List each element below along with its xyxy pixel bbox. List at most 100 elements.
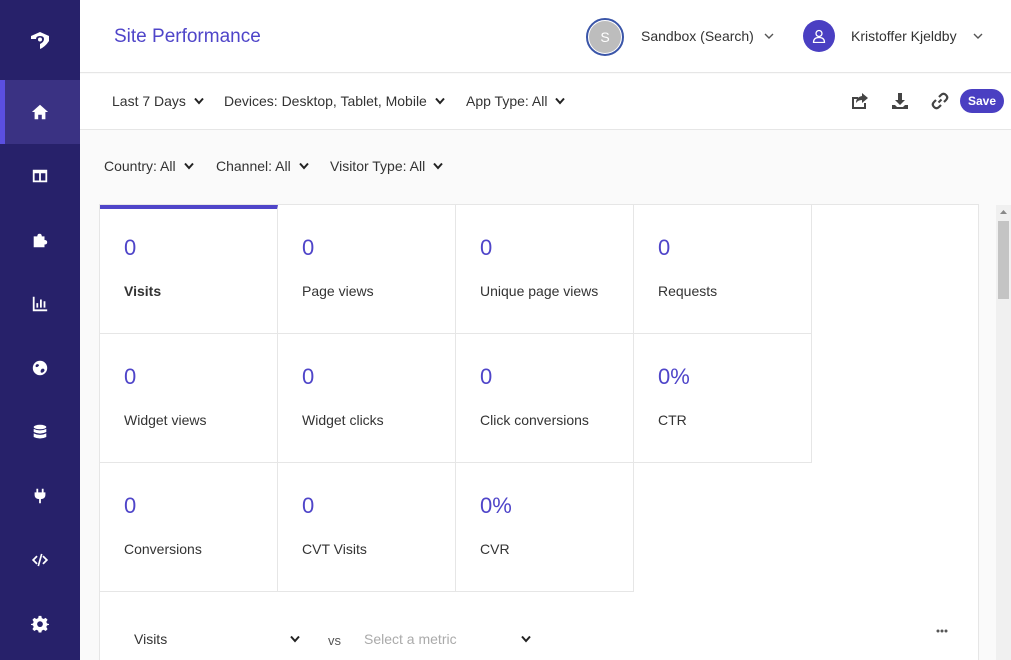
metric-value: 0	[124, 235, 137, 260]
metric-value: 0	[480, 364, 493, 389]
date-range-label: Last 7 Days	[112, 93, 186, 109]
metric-value: 0	[658, 235, 671, 260]
metric-value: 0%	[658, 364, 690, 389]
nav-dashboards[interactable]	[0, 144, 80, 208]
channel-dropdown[interactable]: Channel: All	[216, 158, 309, 174]
nav-developer[interactable]	[0, 528, 80, 592]
layout-icon	[32, 169, 48, 183]
plug-icon	[34, 488, 46, 504]
scrollbar-thumb[interactable]	[998, 221, 1009, 299]
secondary-metric-placeholder: Select a metric	[364, 631, 457, 647]
toolbar: Last 7 Days Devices: Desktop, Tablet, Mo…	[80, 74, 1011, 130]
sidebar	[0, 0, 80, 660]
database-icon	[33, 424, 47, 439]
metric-label: Visits	[124, 283, 162, 299]
puzzle-icon	[33, 233, 48, 248]
metric-label: CVT Visits	[302, 541, 367, 557]
logo-icon	[31, 32, 49, 49]
metric-label: Unique page views	[480, 283, 599, 299]
scroll-up-arrow-icon[interactable]	[996, 205, 1011, 219]
vertical-scrollbar[interactable]	[996, 205, 1011, 660]
metric-tile-cvr[interactable]: 0% CVR	[456, 463, 634, 592]
nav-settings[interactable]	[0, 592, 80, 656]
gear-icon	[31, 615, 49, 633]
metric-value: 0	[302, 235, 315, 260]
country-dropdown[interactable]: Country: All	[104, 158, 194, 174]
metric-value: 0%	[480, 493, 512, 518]
metric-tile-widget-clicks[interactable]: 0 Widget clicks	[278, 334, 456, 463]
metric-value: 0	[302, 493, 315, 518]
country-label: Country: All	[104, 158, 176, 174]
copy-link-button[interactable]	[930, 91, 950, 111]
primary-metric-select[interactable]: Visits	[134, 631, 300, 647]
devices-dropdown[interactable]: Devices: Desktop, Tablet, Mobile	[224, 93, 445, 109]
metric-tile-requests[interactable]: 0 Requests	[634, 205, 812, 334]
metric-value: 0	[124, 364, 137, 389]
user-avatar[interactable]	[803, 20, 835, 52]
caret-down-icon	[298, 162, 309, 170]
app-type-label: App Type: All	[466, 93, 548, 109]
nav-widgets[interactable]	[0, 208, 80, 272]
devices-label: Devices: Desktop, Tablet, Mobile	[224, 93, 427, 109]
share-button[interactable]	[850, 91, 870, 111]
metric-label: Conversions	[124, 541, 202, 557]
caret-down-icon	[435, 97, 445, 105]
save-button[interactable]: Save	[960, 89, 1004, 113]
home-icon	[31, 104, 49, 120]
visitor-type-dropdown[interactable]: Visitor Type: All	[330, 158, 443, 174]
caret-down-icon	[183, 162, 194, 170]
download-icon	[892, 93, 908, 109]
metric-label: CVR	[480, 541, 510, 557]
metric-comparison-row: Visits vs Select a metric	[100, 615, 980, 655]
caret-down-icon	[521, 635, 531, 643]
primary-metric-value: Visits	[134, 631, 168, 647]
metric-tile-unique-page-views[interactable]: 0 Unique page views	[456, 205, 634, 334]
metric-value: 0	[480, 235, 493, 260]
metric-label: Widget views	[124, 412, 207, 428]
visitor-type-label: Visitor Type: All	[330, 158, 426, 174]
metric-label: CTR	[658, 412, 687, 428]
nav-home[interactable]	[0, 80, 80, 144]
caret-down-icon	[194, 97, 204, 105]
nav-integrations[interactable]	[0, 464, 80, 528]
chevron-down-icon[interactable]	[763, 30, 775, 42]
code-icon	[31, 553, 49, 567]
user-icon	[812, 29, 826, 43]
download-button[interactable]	[890, 91, 910, 111]
org-avatar[interactable]: S	[586, 18, 624, 56]
caret-down-icon	[555, 97, 566, 105]
metric-label: Requests	[658, 283, 718, 299]
metric-tile-visits[interactable]: 0 Visits	[100, 205, 278, 334]
chevron-down-icon[interactable]	[972, 30, 984, 42]
nav-sites[interactable]	[0, 336, 80, 400]
app-type-dropdown[interactable]: App Type: All	[466, 93, 566, 109]
metric-tile-widget-views[interactable]: 0 Widget views	[100, 334, 278, 463]
secondary-metric-select[interactable]: Select a metric	[364, 631, 531, 647]
app-logo[interactable]	[0, 0, 80, 80]
metric-value: 0	[124, 493, 137, 518]
metric-label: Page views	[302, 283, 374, 299]
metrics-panel: 0 Visits 0 Page views 0 Unique page view…	[99, 204, 979, 660]
link-icon	[931, 92, 949, 110]
org-initial: S	[589, 21, 621, 53]
nav-analytics[interactable]	[0, 272, 80, 336]
bar-chart-icon	[32, 296, 48, 312]
metric-label: Click conversions	[480, 412, 589, 428]
metric-tile-conversions[interactable]: 0 Conversions	[100, 463, 278, 592]
share-icon	[852, 93, 868, 109]
metric-tile-cvt-visits[interactable]: 0 CVT Visits	[278, 463, 456, 592]
org-switcher-label[interactable]: Sandbox (Search)	[641, 28, 754, 44]
metric-tile-click-conversions[interactable]: 0 Click conversions	[456, 334, 634, 463]
vs-label: vs	[328, 633, 341, 648]
date-range-dropdown[interactable]: Last 7 Days	[112, 93, 204, 109]
metric-label: Widget clicks	[302, 412, 384, 428]
globe-icon	[32, 360, 48, 376]
user-name[interactable]: Kristoffer Kjeldby	[851, 28, 957, 44]
caret-down-icon	[290, 635, 300, 643]
nav-data[interactable]	[0, 400, 80, 464]
channel-label: Channel: All	[216, 158, 291, 174]
page-title: Site Performance	[114, 26, 261, 47]
more-options-icon[interactable]	[936, 625, 948, 637]
metric-tile-ctr[interactable]: 0% CTR	[634, 334, 812, 463]
metric-tile-page-views[interactable]: 0 Page views	[278, 205, 456, 334]
